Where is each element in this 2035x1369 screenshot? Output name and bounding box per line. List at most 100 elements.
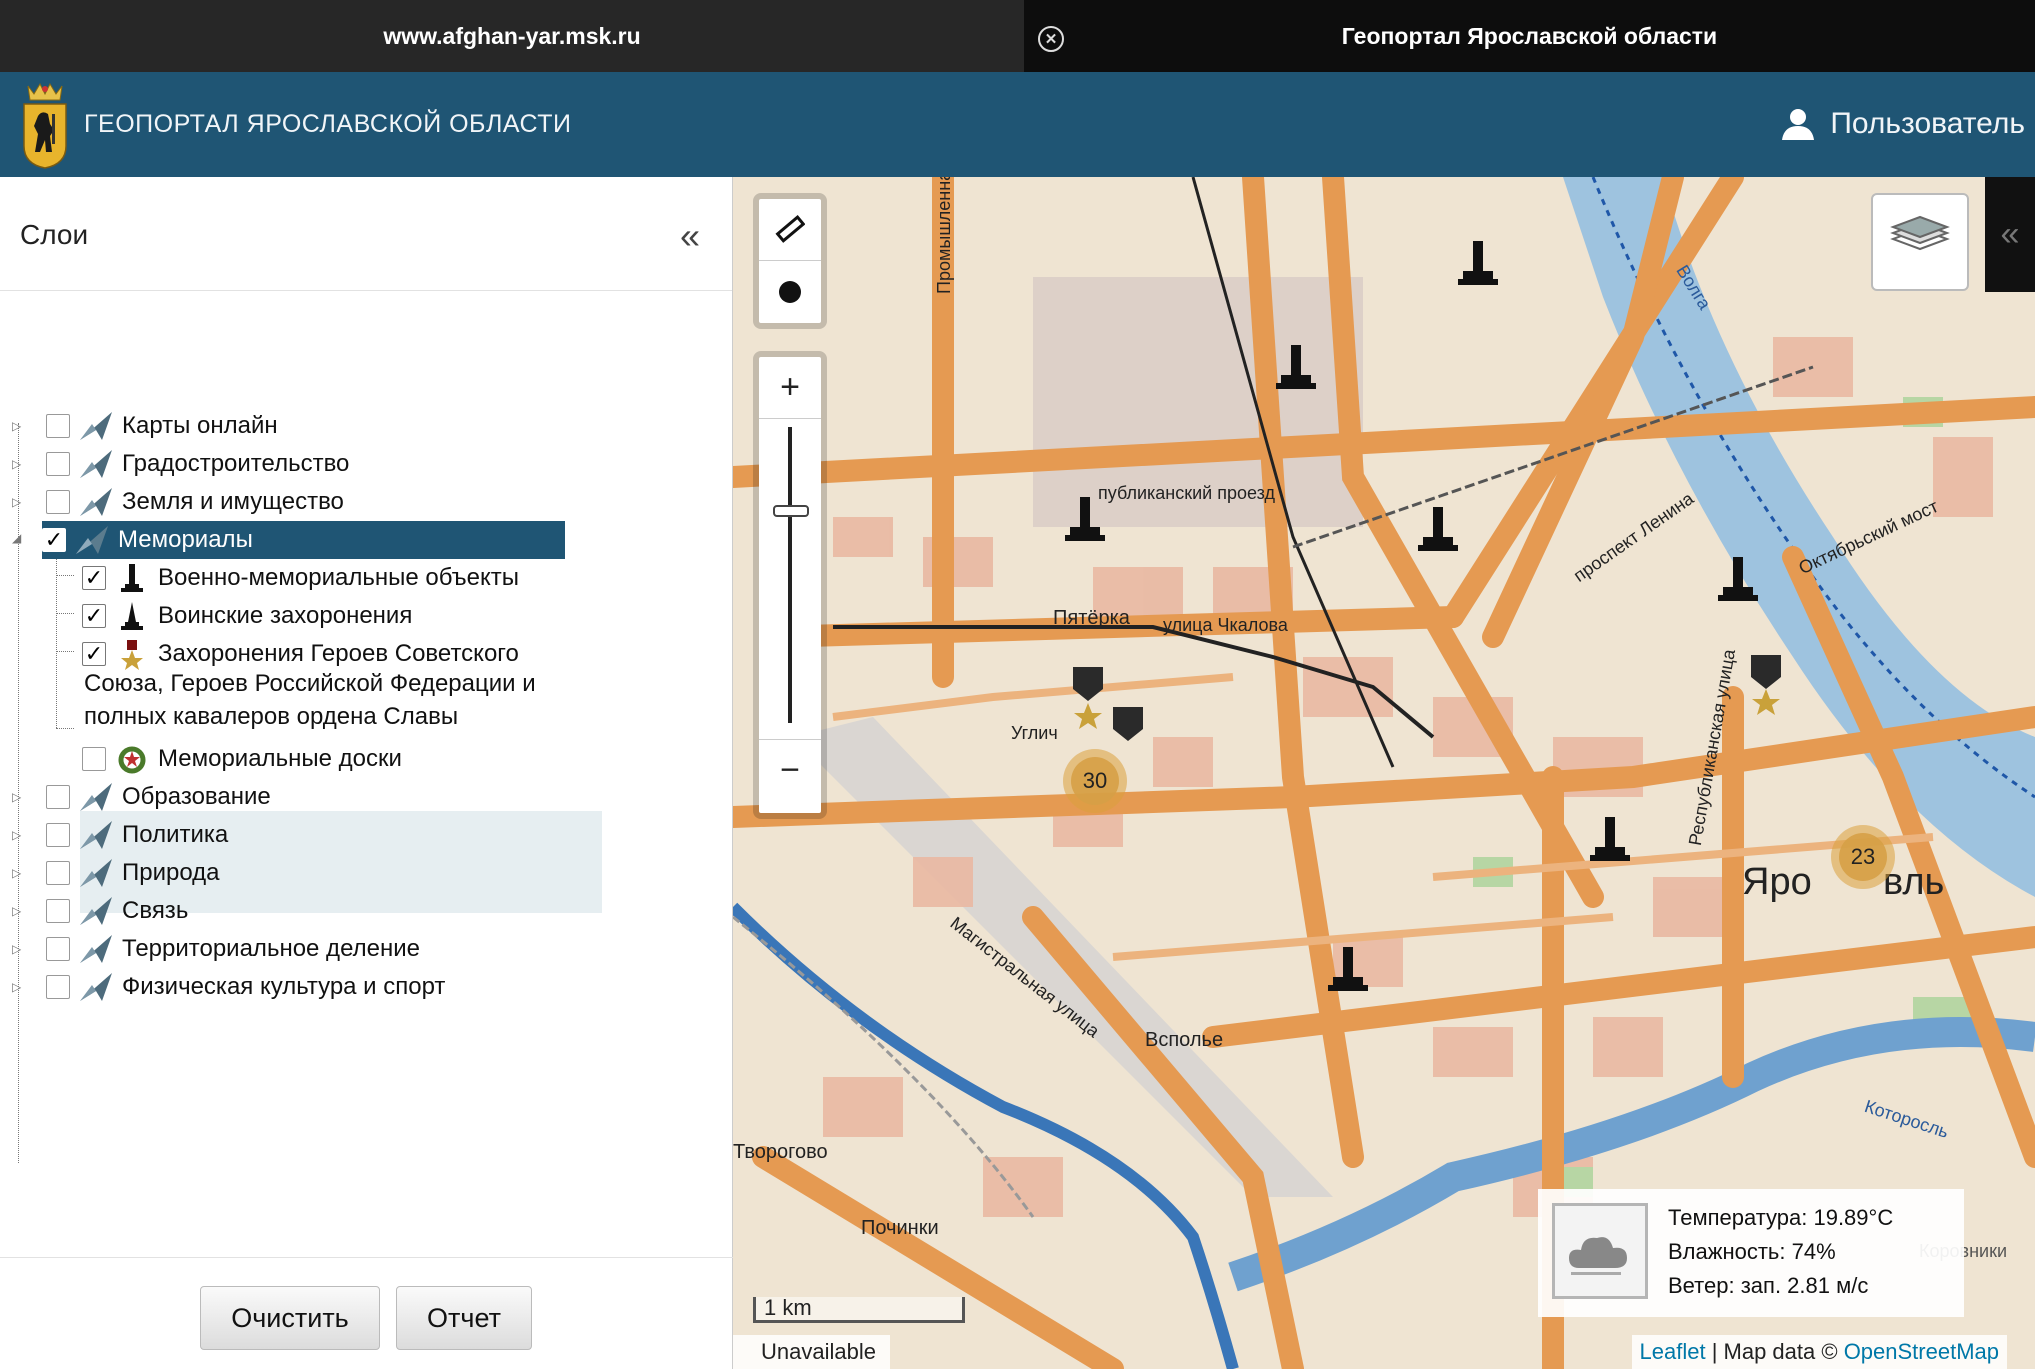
layer-label: Физическая культура и спорт: [122, 973, 446, 1000]
layer-memorial-plaques[interactable]: Мемориальные доски: [82, 740, 602, 778]
layer-checkbox[interactable]: ✓: [82, 565, 106, 590]
user-menu[interactable]: Пользователь: [1780, 106, 2025, 142]
layer-checkbox[interactable]: ✓: [82, 603, 106, 628]
layer-checkbox[interactable]: [46, 823, 70, 847]
layer-plane-icon: [80, 412, 112, 440]
layer-checkbox[interactable]: [46, 785, 70, 809]
layer-label: Связь: [122, 897, 189, 924]
draw-point-icon[interactable]: [759, 261, 821, 323]
layers-panel-footer: Очистить Отчет: [0, 1257, 733, 1369]
expand-icon[interactable]: ▷: [12, 790, 26, 804]
layer-education[interactable]: ▷ Образование: [0, 778, 600, 816]
osm-link[interactable]: OpenStreetMap: [1844, 1339, 1999, 1364]
expand-icon[interactable]: ▷: [12, 904, 26, 918]
layer-nature[interactable]: ▷ Природа: [0, 854, 600, 892]
map-view[interactable]: публиканский проезд Пятёрка улица Чкалов…: [733, 177, 2035, 1369]
layer-military-burials[interactable]: ✓ Воинские захоронения: [82, 597, 602, 635]
obelisk-icon: [121, 602, 143, 630]
place-label: Починки: [861, 1217, 939, 1239]
close-icon[interactable]: ✕: [1038, 26, 1064, 52]
layer-memorials[interactable]: ✓ Мемориалы: [42, 521, 565, 559]
layer-plane-icon: [80, 450, 112, 478]
layer-heroes-burials-continued: Союза, Героев Российской Федерации и пол…: [84, 670, 536, 730]
layer-checkbox[interactable]: [46, 490, 70, 514]
leaflet-link[interactable]: Leaflet: [1640, 1339, 1706, 1364]
layer-label: Политика: [122, 821, 229, 848]
layer-territorial-division[interactable]: ▷ Территориальное деление: [0, 930, 600, 968]
layer-checkbox[interactable]: [46, 975, 70, 999]
expand-icon[interactable]: ▷: [12, 980, 26, 994]
layer-label: Земля и имущество: [122, 488, 344, 515]
street-label: Углич: [1011, 723, 1058, 743]
measure-ruler-icon[interactable]: [759, 199, 821, 261]
user-label: Пользователь: [1830, 107, 2025, 140]
layer-land-property[interactable]: ▷ Земля и имущество: [0, 483, 600, 521]
zoom-in-button[interactable]: +: [759, 357, 821, 419]
layer-checkbox[interactable]: [46, 899, 70, 923]
layer-checkbox[interactable]: [82, 747, 106, 771]
hero-star-icon: [121, 640, 143, 670]
zoom-control: + −: [753, 351, 827, 819]
layer-politics[interactable]: ▷ Политика: [0, 816, 600, 854]
tab-afghan-yar[interactable]: www.afghan-yar.msk.ru: [0, 0, 1024, 72]
layer-sports[interactable]: ▷ Физическая культура и спорт: [0, 968, 600, 1006]
weather-temperature: Температура: 19.89°C: [1668, 1205, 1894, 1230]
street-label: улица Чкалова: [1163, 615, 1288, 635]
monument-icon: [121, 564, 143, 592]
layer-label: Территориальное деление: [122, 935, 420, 962]
cloud-weather-icon: [1552, 1203, 1648, 1299]
collapse-panel-icon[interactable]: «: [680, 215, 700, 257]
layer-checkbox[interactable]: ✓: [82, 641, 106, 666]
city-label: Яро: [1742, 861, 1812, 903]
layer-checkbox[interactable]: [46, 452, 70, 476]
layer-urban-planning[interactable]: ▷ Градостроительство: [0, 445, 600, 483]
expand-icon[interactable]: ▷: [12, 828, 26, 842]
right-panel-toggle[interactable]: «: [1985, 177, 2035, 292]
street-label: публиканский проезд: [1098, 483, 1275, 503]
site-title[interactable]: ГЕОПОРТАЛ ЯРОСЛАВСКОЙ ОБЛАСТИ: [84, 110, 571, 139]
marker-cluster[interactable]: 23: [1831, 825, 1895, 889]
layers-title: Слои: [20, 219, 89, 250]
attribution-text: | Map data ©: [1705, 1339, 1844, 1364]
layer-communications[interactable]: ▷ Связь: [0, 892, 600, 930]
cluster-count: 23: [1839, 833, 1887, 881]
tab-geoportal[interactable]: ✕ Геопортал Ярославской области: [1024, 0, 2035, 72]
zoom-out-button[interactable]: −: [759, 739, 821, 801]
user-icon: [1782, 109, 1815, 140]
tree-connector: [56, 613, 74, 614]
expand-icon[interactable]: ▷: [12, 866, 26, 880]
layer-maps-online[interactable]: ▷ Карты онлайн: [0, 407, 600, 445]
report-button[interactable]: Отчет: [396, 1286, 532, 1350]
expand-icon[interactable]: ▷: [12, 495, 26, 509]
wreath-icon: [118, 746, 146, 774]
coat-of-arms-logo[interactable]: [20, 80, 70, 170]
marker-cluster[interactable]: 30: [1063, 749, 1127, 813]
expand-icon[interactable]: ▷: [12, 419, 26, 433]
status-unavailable: Unavailable: [733, 1335, 890, 1369]
zoom-slider-handle[interactable]: [773, 505, 809, 517]
layer-checkbox[interactable]: [46, 414, 70, 438]
layer-label: Военно-мемориальные объекты: [158, 564, 520, 591]
expand-icon[interactable]: ▷: [12, 942, 26, 956]
weather-wind: Ветер: зап. 2.81 м/с: [1668, 1273, 1869, 1298]
clear-button[interactable]: Очистить: [200, 1286, 380, 1350]
layer-plane-icon: [80, 821, 112, 849]
layer-checkbox[interactable]: ✓: [42, 527, 66, 552]
layer-label: Мемориалы: [118, 526, 253, 553]
layer-military-memorials[interactable]: ✓ Военно-мемориальные объекты: [82, 559, 602, 597]
layer-label: Градостроительство: [122, 450, 350, 477]
layer-plane-icon: [80, 488, 112, 516]
layer-plane-icon: [80, 935, 112, 963]
cluster-count: 30: [1071, 757, 1119, 805]
layer-label: Природа: [122, 859, 220, 886]
layers-panel: Слои « ▷ Карты онлайн ▷ Градостроительст…: [0, 177, 733, 1369]
expand-icon[interactable]: ▷: [12, 457, 26, 471]
site-header: ГЕОПОРТАЛ ЯРОСЛАВСКОЙ ОБЛАСТИ Пользовате…: [0, 72, 2035, 177]
layer-checkbox[interactable]: [46, 861, 70, 885]
collapse-icon[interactable]: ◢: [12, 531, 26, 545]
zoom-slider[interactable]: [759, 419, 821, 739]
layers-icon: [1890, 215, 1950, 251]
tab-label: Геопортал Ярославской области: [1341, 22, 1718, 49]
layers-switcher-button[interactable]: [1871, 193, 1969, 291]
layer-checkbox[interactable]: [46, 937, 70, 961]
